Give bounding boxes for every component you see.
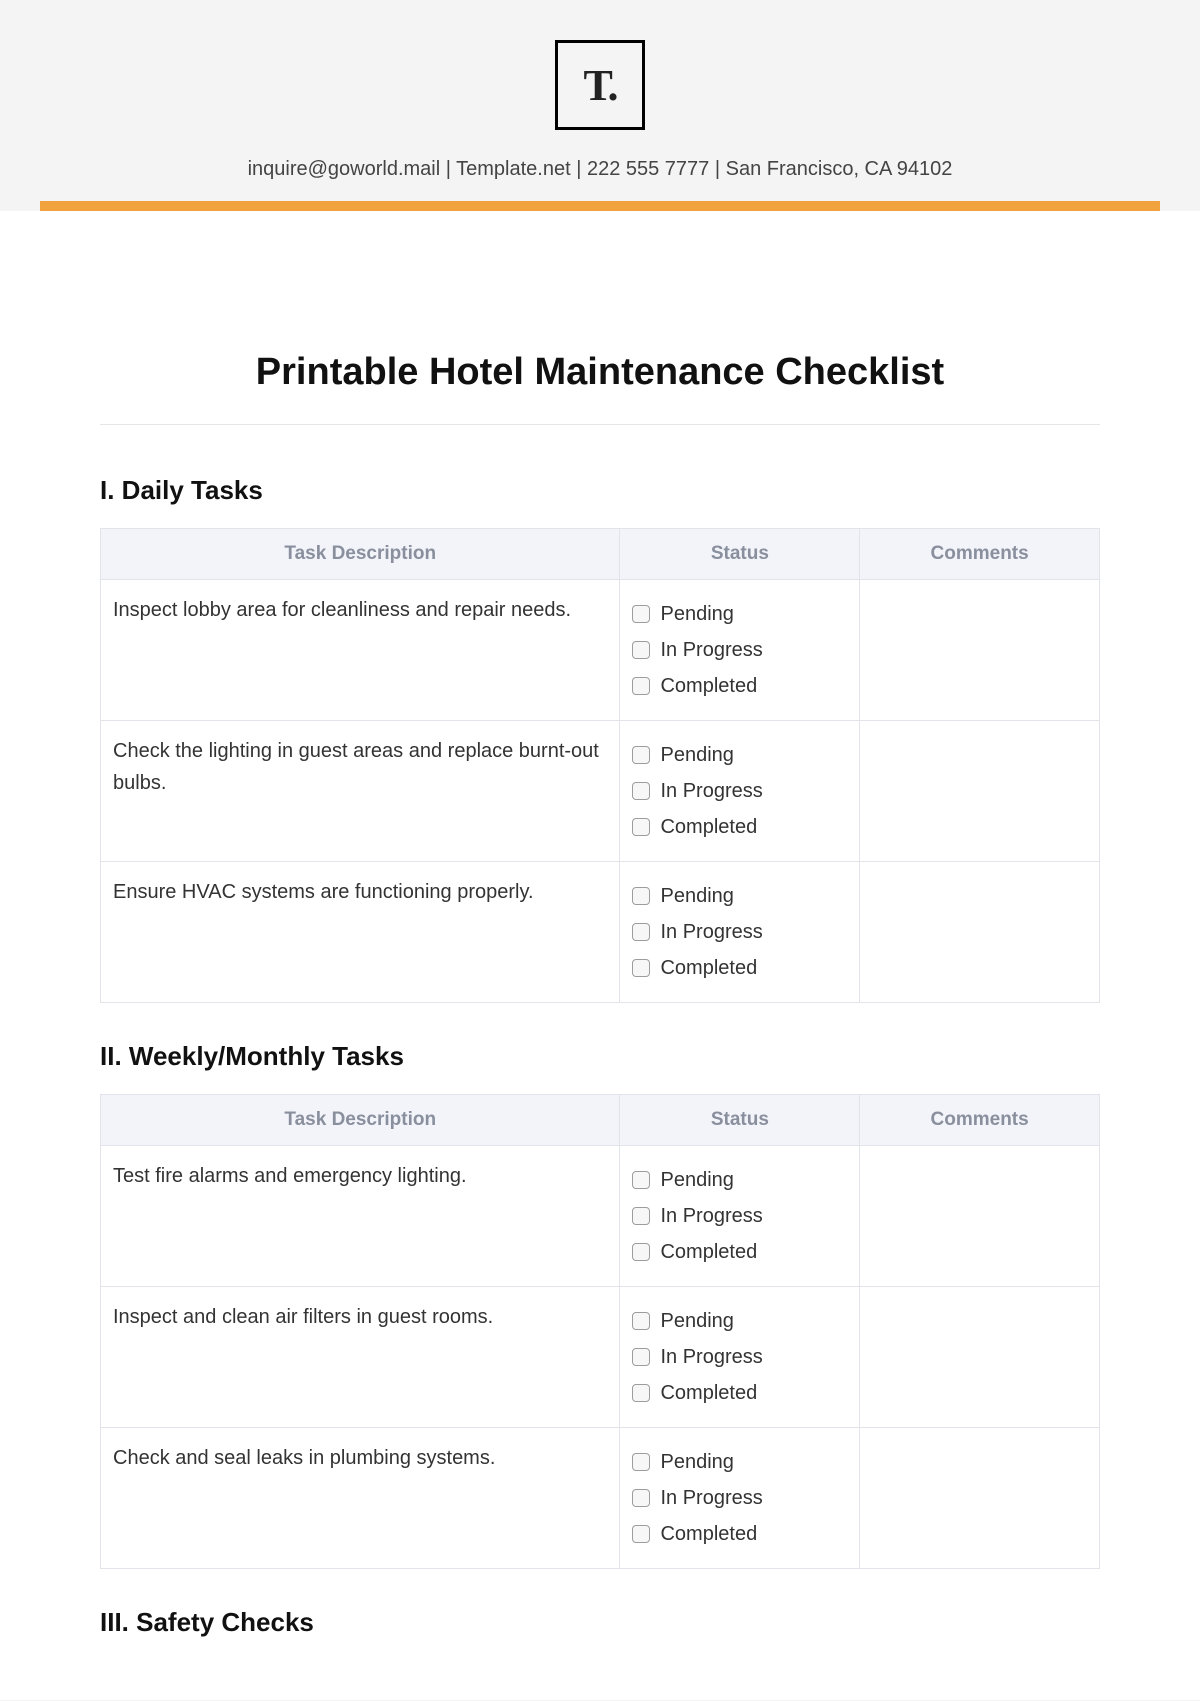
status-option: Pending (632, 598, 847, 630)
table-row: Ensure HVAC systems are functioning prop… (101, 862, 1100, 1003)
status-option: Completed (632, 811, 847, 843)
status-option: Completed (632, 1518, 847, 1550)
status-option: Pending (632, 739, 847, 771)
checkbox-icon[interactable] (632, 1207, 650, 1225)
checkbox-icon[interactable] (632, 1312, 650, 1330)
checkbox-icon[interactable] (632, 818, 650, 836)
column-header-comments: Comments (860, 529, 1100, 580)
checkbox-icon[interactable] (632, 1348, 650, 1366)
document-page: Printable Hotel Maintenance Checklist I.… (0, 211, 1200, 1700)
status-option: In Progress (632, 775, 847, 807)
table-row: Check and seal leaks in plumbing systems… (101, 1428, 1100, 1569)
status-label: Pending (660, 739, 733, 771)
status-label: In Progress (660, 1200, 762, 1232)
table-row: Inspect and clean air filters in guest r… (101, 1287, 1100, 1428)
task-status-cell: Pending In Progress Completed (620, 862, 860, 1003)
status-label: Pending (660, 598, 733, 630)
task-status-cell: Pending In Progress Completed (620, 1287, 860, 1428)
status-label: Pending (660, 1305, 733, 1337)
status-label: Completed (660, 1236, 757, 1268)
logo-icon: T. (555, 40, 645, 130)
status-option: Pending (632, 880, 847, 912)
column-header-comments: Comments (860, 1095, 1100, 1146)
column-header-status: Status (620, 529, 860, 580)
task-description: Test fire alarms and emergency lighting. (101, 1146, 620, 1287)
status-label: Pending (660, 1164, 733, 1196)
checkbox-icon[interactable] (632, 887, 650, 905)
header-accent-bar (40, 201, 1160, 211)
checkbox-icon[interactable] (632, 1243, 650, 1261)
status-label: Completed (660, 811, 757, 843)
task-table: Task DescriptionStatusComments Inspect lo… (100, 528, 1100, 1003)
task-status-cell: Pending In Progress Completed (620, 721, 860, 862)
task-status-cell: Pending In Progress Completed (620, 1146, 860, 1287)
section-heading: II. Weekly/Monthly Tasks (100, 1041, 1100, 1072)
status-label: In Progress (660, 634, 762, 666)
task-description: Inspect and clean air filters in guest r… (101, 1287, 620, 1428)
task-comments[interactable] (860, 1146, 1100, 1287)
title-divider (100, 424, 1100, 425)
checkbox-icon[interactable] (632, 641, 650, 659)
task-description: Check the lighting in guest areas and re… (101, 721, 620, 862)
checkbox-icon[interactable] (632, 1384, 650, 1402)
status-option: Completed (632, 670, 847, 702)
table-row: Inspect lobby area for cleanliness and r… (101, 580, 1100, 721)
checkbox-icon[interactable] (632, 677, 650, 695)
task-status-cell: Pending In Progress Completed (620, 1428, 860, 1569)
task-table: Task DescriptionStatusCommentsTest fire … (100, 1094, 1100, 1569)
checkbox-icon[interactable] (632, 746, 650, 764)
task-description: Check and seal leaks in plumbing systems… (101, 1428, 620, 1569)
status-option: In Progress (632, 916, 847, 948)
status-option: Pending (632, 1164, 847, 1196)
status-label: Pending (660, 880, 733, 912)
column-header-status: Status (620, 1095, 860, 1146)
status-option: In Progress (632, 1200, 847, 1232)
task-status-cell: Pending In Progress Completed (620, 580, 860, 721)
column-header-description: Task Description (101, 1095, 620, 1146)
status-option: Completed (632, 1236, 847, 1268)
status-option: Completed (632, 1377, 847, 1409)
status-label: Pending (660, 1446, 733, 1478)
column-header-description: Task Description (101, 529, 620, 580)
checkbox-icon[interactable] (632, 1525, 650, 1543)
task-description: Ensure HVAC systems are functioning prop… (101, 862, 620, 1003)
status-label: In Progress (660, 1482, 762, 1514)
status-label: In Progress (660, 916, 762, 948)
task-comments[interactable] (860, 862, 1100, 1003)
status-option: Pending (632, 1446, 847, 1478)
logo-container: T. (40, 40, 1160, 130)
checkbox-icon[interactable] (632, 923, 650, 941)
status-option: In Progress (632, 634, 847, 666)
status-label: Completed (660, 670, 757, 702)
status-label: Completed (660, 1518, 757, 1550)
checkbox-icon[interactable] (632, 1453, 650, 1471)
status-label: In Progress (660, 1341, 762, 1373)
status-label: Completed (660, 952, 757, 984)
status-option: In Progress (632, 1341, 847, 1373)
task-comments[interactable] (860, 1287, 1100, 1428)
page-header: T. inquire@goworld.mail | Template.net |… (0, 0, 1200, 211)
status-label: Completed (660, 1377, 757, 1409)
checkbox-icon[interactable] (632, 605, 650, 623)
contact-info: inquire@goworld.mail | Template.net | 22… (40, 158, 1160, 181)
status-option: Completed (632, 952, 847, 984)
task-description: Inspect lobby area for cleanliness and r… (101, 580, 620, 721)
status-option: In Progress (632, 1482, 847, 1514)
checkbox-icon[interactable] (632, 782, 650, 800)
checkbox-icon[interactable] (632, 959, 650, 977)
task-comments[interactable] (860, 721, 1100, 862)
checkbox-icon[interactable] (632, 1489, 650, 1507)
status-label: In Progress (660, 775, 762, 807)
document-title: Printable Hotel Maintenance Checklist (100, 351, 1100, 394)
section-heading: III. Safety Checks (100, 1607, 1100, 1638)
status-option: Pending (632, 1305, 847, 1337)
task-comments[interactable] (860, 580, 1100, 721)
table-row: Check the lighting in guest areas and re… (101, 721, 1100, 862)
table-row: Test fire alarms and emergency lighting.… (101, 1146, 1100, 1287)
section-heading: I. Daily Tasks (100, 475, 1100, 506)
checkbox-icon[interactable] (632, 1171, 650, 1189)
task-comments[interactable] (860, 1428, 1100, 1569)
